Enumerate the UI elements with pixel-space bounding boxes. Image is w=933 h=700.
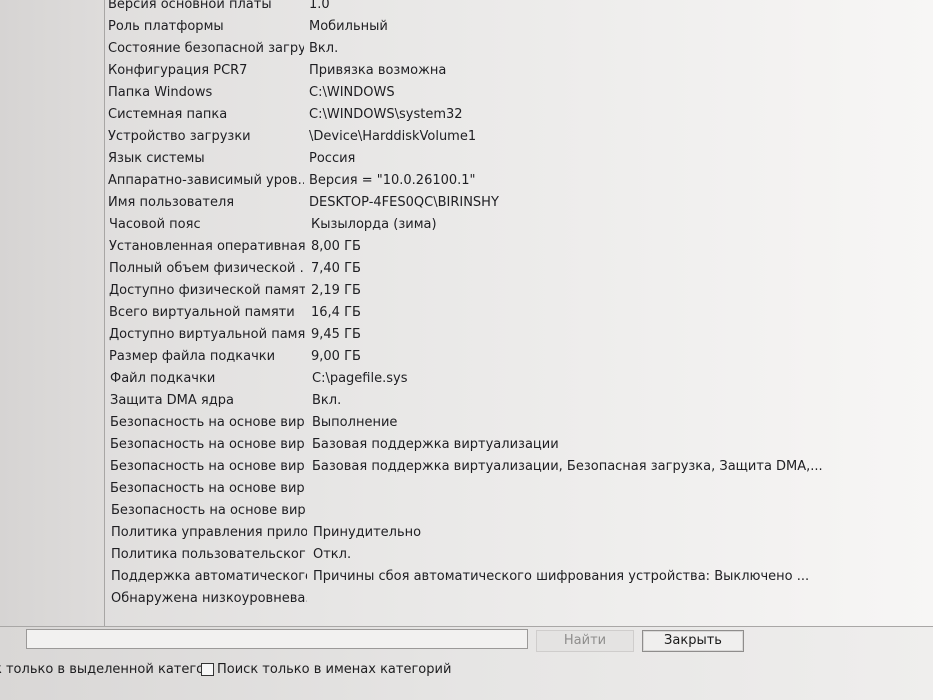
item-value: 7,40 ГБ — [311, 261, 361, 276]
table-row[interactable]: Безопасность на основе вир... Базовая под… — [105, 434, 933, 456]
item-value: \Device\HarddiskVolume1 — [309, 129, 477, 144]
item-name: Доступно физической памяти — [109, 283, 305, 298]
find-what-input[interactable] — [26, 629, 528, 649]
table-row[interactable]: Установленная оперативная... 8,00 ГБ — [105, 236, 933, 258]
item-name: Политика управления прило... — [111, 525, 307, 540]
table-row[interactable]: Роль платформы Мобильный — [105, 16, 933, 38]
item-name: Язык системы — [108, 151, 205, 166]
item-value: C:\WINDOWS — [309, 85, 395, 100]
item-value: 1.0 — [309, 0, 330, 12]
table-row[interactable]: Доступно физической памяти 2,19 ГБ — [105, 280, 933, 302]
table-row[interactable]: Язык системы Россия — [105, 148, 933, 170]
item-name: Безопасность на основе вир... — [110, 415, 306, 430]
table-row[interactable]: Безопасность на основе вир... — [105, 478, 933, 500]
item-value: Базовая поддержка виртуализации, Безопас… — [312, 459, 823, 474]
item-value: C:\WINDOWS\system32 — [309, 107, 463, 122]
item-name: Конфигурация PCR7 — [108, 63, 248, 78]
category-tree-panel[interactable] — [0, 0, 105, 626]
item-name: Безопасность на основе вир... — [111, 503, 307, 518]
details-list: Версия основной платы 1.0 Роль платформы Мо… — [105, 0, 933, 626]
item-name: Установленная оперативная... — [109, 239, 305, 254]
item-name: Политика пользовательског... — [111, 547, 307, 562]
table-row[interactable]: Политика пользовательског... Откл. — [105, 544, 933, 566]
item-name: Устройство загрузки — [108, 129, 251, 144]
item-name: Роль платформы — [108, 19, 224, 34]
item-name: Защита DMA ядра — [110, 393, 234, 408]
item-name: Версия основной платы — [108, 0, 272, 12]
table-row[interactable]: Безопасность на основе вир... Базовая под… — [105, 456, 933, 478]
table-row[interactable]: Состояние безопасной загру... Вкл. — [105, 38, 933, 60]
item-value: 9,00 ГБ — [311, 349, 361, 364]
details-rows: Версия основной платы 1.0 Роль платформы Мо… — [105, 0, 933, 610]
table-row[interactable]: Файл подкачки C:\pagefile.sys — [105, 368, 933, 390]
table-row[interactable]: Часовой пояс Кызылорда (зима) — [105, 214, 933, 236]
item-name: Папка Windows — [108, 85, 213, 100]
item-value: 8,00 ГБ — [311, 239, 361, 254]
search-bar: Найти Закрыть к только в выделенной кате… — [0, 626, 933, 700]
item-name: Системная папка — [108, 107, 228, 122]
table-row[interactable]: Защита DMA ядра Вкл. — [105, 390, 933, 412]
item-value: DESKTOP-4FES0QC\BIRINSHY — [309, 195, 499, 210]
item-name: Безопасность на основе вир... — [110, 459, 306, 474]
item-name: Имя пользователя — [108, 195, 235, 210]
item-value: Откл. — [313, 547, 352, 562]
table-row[interactable]: Размер файла подкачки 9,00 ГБ — [105, 346, 933, 368]
table-row[interactable]: Системная папка C:\WINDOWS\system32 — [105, 104, 933, 126]
item-name: Файл подкачки — [110, 371, 216, 386]
close-button[interactable]: Закрыть — [642, 630, 744, 652]
item-value: Вкл. — [312, 393, 342, 408]
search-category-names-label[interactable]: Поиск только в именах категорий — [217, 660, 451, 680]
table-row[interactable]: Папка Windows C:\WINDOWS — [105, 82, 933, 104]
item-value: 2,19 ГБ — [311, 283, 361, 298]
table-row[interactable]: Полный объем физической ... 7,40 ГБ — [105, 258, 933, 280]
search-category-names-checkbox[interactable] — [201, 663, 214, 676]
item-name: Поддержка автоматического... — [111, 569, 307, 584]
table-row[interactable]: Версия основной платы 1.0 — [105, 0, 933, 16]
item-value: Кызылорда (зима) — [311, 217, 437, 232]
item-value: Версия = "10.0.26100.1" — [309, 173, 476, 188]
table-row[interactable]: Обнаружена низкоуровнева... — [105, 588, 933, 610]
item-value: Базовая поддержка виртуализации — [312, 437, 559, 452]
search-selected-category-label[interactable]: к только в выделенной категор — [0, 660, 212, 680]
item-value: C:\pagefile.sys — [312, 371, 408, 386]
item-name: Аппаратно-зависимый уров... — [108, 173, 304, 188]
item-name: Состояние безопасной загру... — [108, 41, 304, 56]
item-name: Размер файла подкачки — [109, 349, 276, 364]
item-value: Мобильный — [309, 19, 388, 34]
item-name: Безопасность на основе вир... — [110, 481, 306, 496]
item-value: Вкл. — [309, 41, 339, 56]
item-value: Выполнение — [312, 415, 398, 430]
table-row[interactable]: Поддержка автоматического... Причины сбоя… — [105, 566, 933, 588]
table-row[interactable]: Безопасность на основе вир... Выполнение — [105, 412, 933, 434]
find-button[interactable]: Найти — [536, 630, 634, 652]
item-value: Принудительно — [313, 525, 422, 540]
item-name: Безопасность на основе вир... — [110, 437, 306, 452]
table-row[interactable]: Доступно виртуальной памя... 9,45 ГБ — [105, 324, 933, 346]
table-row[interactable]: Устройство загрузки \Device\HarddiskVolum… — [105, 126, 933, 148]
item-value: 9,45 ГБ — [311, 327, 361, 342]
item-value: Причины сбоя автоматического шифрования … — [313, 569, 810, 584]
item-name: Часовой пояс — [109, 217, 201, 232]
table-row[interactable]: Всего виртуальной памяти 16,4 ГБ — [105, 302, 933, 324]
item-name: Всего виртуальной памяти — [109, 305, 295, 320]
item-value: Россия — [309, 151, 356, 166]
item-name: Обнаружена низкоуровнева... — [111, 591, 307, 606]
table-row[interactable]: Имя пользователя DESKTOP-4FES0QC\BIRINSHY — [105, 192, 933, 214]
system-information-window: Версия основной платы 1.0 Роль платформы Мо… — [0, 0, 933, 700]
item-value: Привязка возможна — [309, 63, 447, 78]
item-name: Полный объем физической ... — [109, 261, 305, 276]
item-value: 16,4 ГБ — [311, 305, 361, 320]
table-row[interactable]: Конфигурация PCR7 Привязка возможна — [105, 60, 933, 82]
item-name: Доступно виртуальной памя... — [109, 327, 305, 342]
table-row[interactable]: Политика управления прило... Принудительн… — [105, 522, 933, 544]
table-row[interactable]: Безопасность на основе вир... — [105, 500, 933, 522]
table-row[interactable]: Аппаратно-зависимый уров... Версия = "10.… — [105, 170, 933, 192]
